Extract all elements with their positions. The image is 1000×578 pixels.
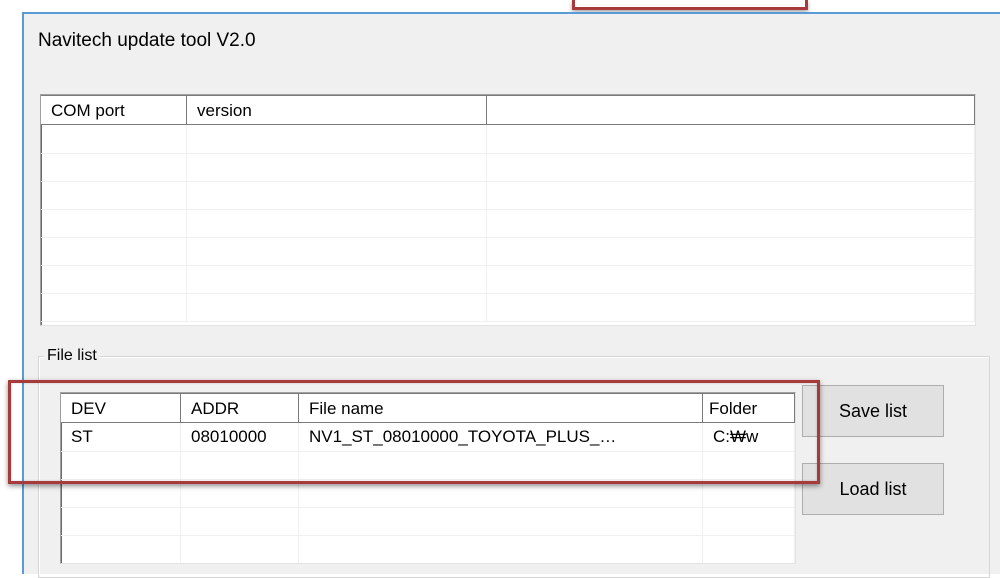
table-cell (487, 293, 975, 321)
column-header-com-port[interactable]: COM port (41, 95, 187, 125)
table-cell (487, 181, 975, 209)
table-row[interactable] (61, 479, 795, 508)
table-cell (187, 293, 487, 321)
table-cell (299, 507, 703, 535)
column-header-dev[interactable]: DEV (61, 393, 181, 423)
table-cell (41, 209, 187, 237)
annotation-highlight-top (572, 0, 808, 10)
table-cell (187, 237, 487, 265)
table-cell (703, 451, 795, 479)
table-cell (487, 209, 975, 237)
table-cell (187, 181, 487, 209)
file-list-group-label: File list (44, 346, 100, 366)
table-cell (487, 265, 975, 293)
table-row[interactable] (61, 507, 795, 536)
table-cell: NV1_ST_08010000_TOYOTA_PLUS_… (299, 423, 703, 451)
table-row[interactable] (61, 535, 795, 563)
file-list-header: DEV ADDR File name Folder (61, 393, 795, 423)
table-row[interactable] (41, 125, 975, 154)
table-cell (41, 237, 187, 265)
table-cell (187, 153, 487, 181)
table-cell (299, 535, 703, 563)
column-header-version[interactable]: version (187, 95, 487, 125)
table-cell (187, 265, 487, 293)
save-list-button[interactable]: Save list (802, 385, 944, 437)
table-cell (187, 125, 487, 153)
table-cell (41, 293, 187, 321)
window-title: Navitech update tool V2.0 (38, 30, 256, 51)
table-cell (41, 181, 187, 209)
table-row[interactable] (41, 209, 975, 238)
table-row[interactable] (41, 265, 975, 294)
table-row[interactable] (41, 153, 975, 182)
table-cell (181, 479, 299, 507)
table-row[interactable] (41, 237, 975, 266)
table-cell (187, 209, 487, 237)
table-cell (703, 479, 795, 507)
com-port-list[interactable]: COM port version (40, 94, 976, 326)
load-list-button[interactable]: Load list (802, 463, 944, 515)
table-cell (41, 125, 187, 153)
table-cell: ST (61, 423, 181, 451)
table-cell (41, 265, 187, 293)
table-cell (61, 479, 181, 507)
table-cell (703, 535, 795, 563)
table-cell (181, 535, 299, 563)
file-list[interactable]: DEV ADDR File name Folder ST 08010000 NV1_… (60, 392, 796, 564)
table-cell: 08010000 (181, 423, 299, 451)
column-header-folder[interactable]: Folder (703, 393, 795, 423)
table-cell: C:₩w (703, 423, 795, 451)
table-cell (703, 507, 795, 535)
table-row[interactable] (41, 181, 975, 210)
table-cell (41, 153, 187, 181)
com-port-list-body (41, 125, 975, 325)
table-cell (181, 451, 299, 479)
table-cell (61, 535, 181, 563)
table-cell (487, 237, 975, 265)
table-row[interactable] (41, 293, 975, 322)
file-list-body: ST 08010000 NV1_ST_08010000_TOYOTA_PLUS_… C… (61, 423, 795, 563)
table-cell (299, 451, 703, 479)
table-cell (487, 125, 975, 153)
table-cell (181, 507, 299, 535)
table-cell (61, 451, 181, 479)
table-row[interactable]: ST 08010000 NV1_ST_08010000_TOYOTA_PLUS_… C… (61, 423, 795, 452)
com-port-list-header: COM port version (41, 95, 975, 125)
column-header-file-name[interactable]: File name (299, 393, 703, 423)
table-row[interactable] (61, 451, 795, 480)
table-cell (61, 507, 181, 535)
table-cell (487, 153, 975, 181)
column-header-blank[interactable] (487, 95, 975, 125)
table-cell (299, 479, 703, 507)
column-header-addr[interactable]: ADDR (181, 393, 299, 423)
